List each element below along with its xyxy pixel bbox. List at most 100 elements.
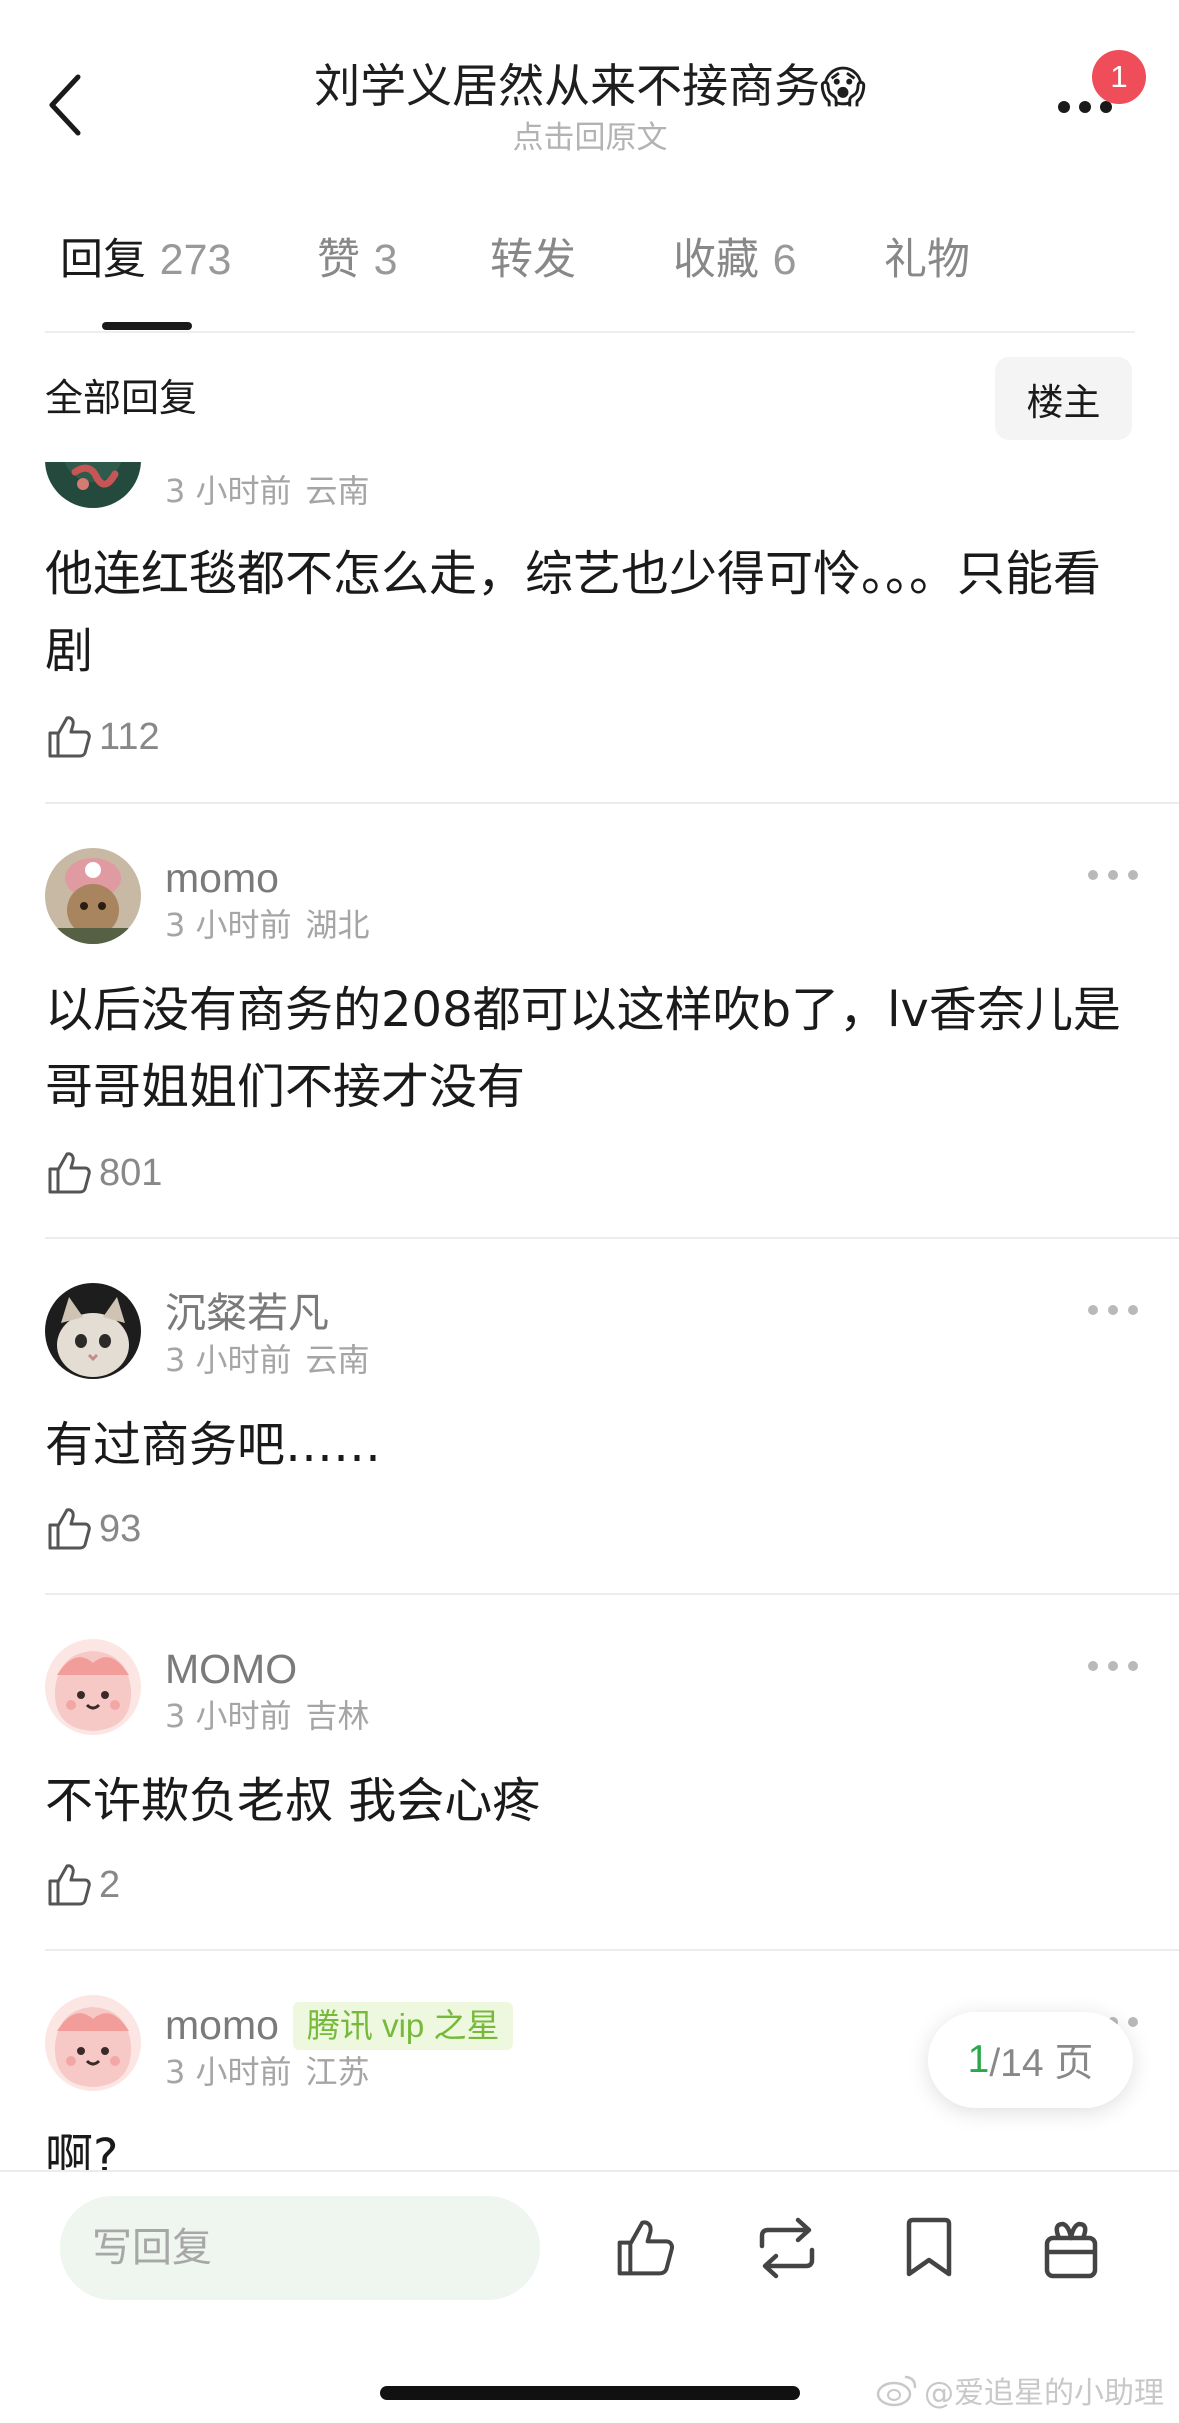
username[interactable]: momo 腾讯 vip 之星 [165, 1999, 514, 2051]
tab-favorites[interactable]: 收藏 6 [673, 225, 797, 325]
tab-replies[interactable]: 回复 273 [60, 225, 231, 325]
like-count: 801 [99, 1151, 163, 1194]
avatar[interactable] [45, 462, 141, 508]
comment-meta: 3 小时前 吉林 [165, 1695, 370, 1737]
like-post-button[interactable] [607, 2210, 683, 2286]
tab-gifts-label: 礼物 [884, 235, 970, 285]
comment-more-button[interactable] [1080, 1647, 1150, 1687]
comment-time: 3 小时前 [165, 1341, 292, 1379]
comment-divider [45, 1949, 1179, 1951]
like-button[interactable]: 2 [45, 1855, 120, 1915]
gift-icon [1044, 2221, 1098, 2279]
current-page: 1 [967, 2038, 990, 2081]
thumbs-up-icon [48, 1864, 91, 1906]
bottom-action-bar: @爱追星的小助理 [0, 2170, 1179, 2423]
tab-favorites-label: 收藏 [673, 235, 759, 285]
tabs-divider [45, 331, 1135, 333]
vip-badge: 腾讯 vip 之星 [292, 2002, 514, 2050]
top-bar: 刘学义居然从来不接商务😱 点击回原文 1 [0, 0, 1179, 180]
comment-text[interactable]: 不许欺负老叔 我会心疼 [45, 1763, 1135, 1840]
more-dots-icon [1058, 101, 1112, 113]
post-title-area[interactable]: 刘学义居然从来不接商务😱 点击回原文 [200, 54, 980, 158]
comment-time: 3 小时前 [165, 2053, 292, 2091]
comment-text[interactable]: 以后没有商务的208都可以这样吹b了，lv香奈儿是哥哥姐姐们不接才没有 [45, 972, 1135, 1126]
comment-more-button[interactable] [1080, 1291, 1150, 1331]
comment-location: 云南 [305, 1341, 370, 1379]
gift-button[interactable] [1033, 2210, 1109, 2286]
username[interactable]: 沉粲若凡 [165, 1287, 329, 1339]
comment-time: 3 小时前 [165, 472, 292, 510]
reply-input[interactable] [60, 2196, 540, 2300]
username[interactable]: momo [165, 852, 279, 904]
avatar-image [45, 1283, 141, 1379]
total-pages: /14 页 [989, 2042, 1094, 2085]
comment-text[interactable]: 啊? [45, 2119, 1135, 2170]
watermark-text: @爱追星的小助理 [924, 2376, 1164, 2411]
avatar-image [45, 848, 141, 944]
tab-reposts[interactable]: 转发 [490, 225, 576, 325]
comment-divider [45, 802, 1179, 804]
tab-reposts-label: 转发 [490, 235, 576, 285]
like-button[interactable]: 93 [45, 1499, 141, 1559]
repost-button[interactable] [749, 2210, 825, 2286]
post-title[interactable]: 刘学义居然从来不接商务😱 [200, 54, 980, 120]
comment-time: 3 小时前 [165, 1697, 292, 1735]
home-indicator [380, 2386, 800, 2400]
like-button[interactable]: 801 [45, 1143, 162, 1203]
comment-location: 云南 [305, 472, 370, 510]
thumbs-up-icon [48, 1508, 91, 1550]
tab-likes-count: 3 [373, 236, 398, 284]
favorite-button[interactable] [891, 2210, 967, 2286]
comment-divider [45, 1237, 1179, 1239]
like-count: 93 [99, 1507, 142, 1550]
comment-more-button[interactable] [1080, 856, 1150, 896]
thumbs-up-icon [617, 2220, 674, 2276]
all-replies-filter[interactable]: 全部回复 [45, 370, 197, 426]
comment-text[interactable]: 他连红毯都不怎么走，综艺也少得可怜。。。只能看剧 [45, 536, 1135, 690]
username-text: momo [165, 2002, 279, 2048]
comment-divider [45, 1593, 1179, 1595]
weibo-logo-icon [876, 2375, 917, 2407]
thumbs-up-icon [48, 716, 91, 758]
bookmark-icon [906, 2217, 952, 2277]
like-count: 2 [99, 1863, 121, 1906]
tab-favorites-count: 6 [772, 236, 797, 284]
comment-list: 3 小时前 云南 他连红毯都不怎么走，综艺也少得可怜。。。只能看剧 112 mom… [0, 462, 1179, 2170]
comment-location: 江苏 [305, 2053, 370, 2091]
tab-gifts[interactable]: 礼物 [884, 225, 970, 325]
comment-text[interactable]: 有过商务吧…… [45, 1407, 1135, 1484]
comment-meta: 3 小时前 江苏 [165, 2051, 370, 2093]
avatar-image [45, 1639, 141, 1735]
username[interactable]: MOMO [165, 1643, 297, 1695]
tab-replies-label: 回复 [60, 235, 146, 285]
chevron-left-icon [49, 74, 81, 136]
avatar[interactable] [45, 1639, 141, 1735]
avatar[interactable] [45, 1283, 141, 1379]
tab-bar: 回复 273 赞 3 转发 收藏 6 礼物 [0, 225, 1179, 335]
comment-meta: 3 小时前 云南 [165, 470, 370, 512]
comment-meta: 3 小时前 云南 [165, 1339, 370, 1381]
comment-location: 吉林 [305, 1697, 370, 1735]
avatar[interactable] [45, 1995, 141, 2091]
comment-meta: 3 小时前 湖北 [165, 904, 370, 946]
comment-location: 湖北 [305, 906, 370, 944]
post-title-text: 刘学义居然从来不接商务 [314, 59, 821, 113]
op-only-button[interactable]: 楼主 [995, 357, 1132, 440]
avatar-image [45, 1995, 141, 2091]
tab-likes-label: 赞 [317, 235, 360, 285]
page-indicator[interactable]: 1/14 页 [928, 2012, 1133, 2108]
active-tab-indicator [102, 322, 192, 330]
tab-likes[interactable]: 赞 3 [317, 225, 398, 325]
back-to-original-link[interactable]: 点击回原文 [200, 118, 980, 158]
like-button[interactable]: 112 [45, 707, 160, 767]
like-count: 112 [99, 715, 160, 758]
thumbs-up-icon [48, 1152, 91, 1194]
watermark: @爱追星的小助理 [876, 2368, 1164, 2412]
avatar[interactable] [45, 848, 141, 944]
tab-replies-count: 273 [159, 236, 232, 284]
notification-badge: 1 [1092, 50, 1146, 104]
comment-time: 3 小时前 [165, 906, 292, 944]
avatar-image [45, 462, 141, 508]
back-button[interactable] [30, 60, 100, 150]
repost-icon [759, 2217, 815, 2279]
